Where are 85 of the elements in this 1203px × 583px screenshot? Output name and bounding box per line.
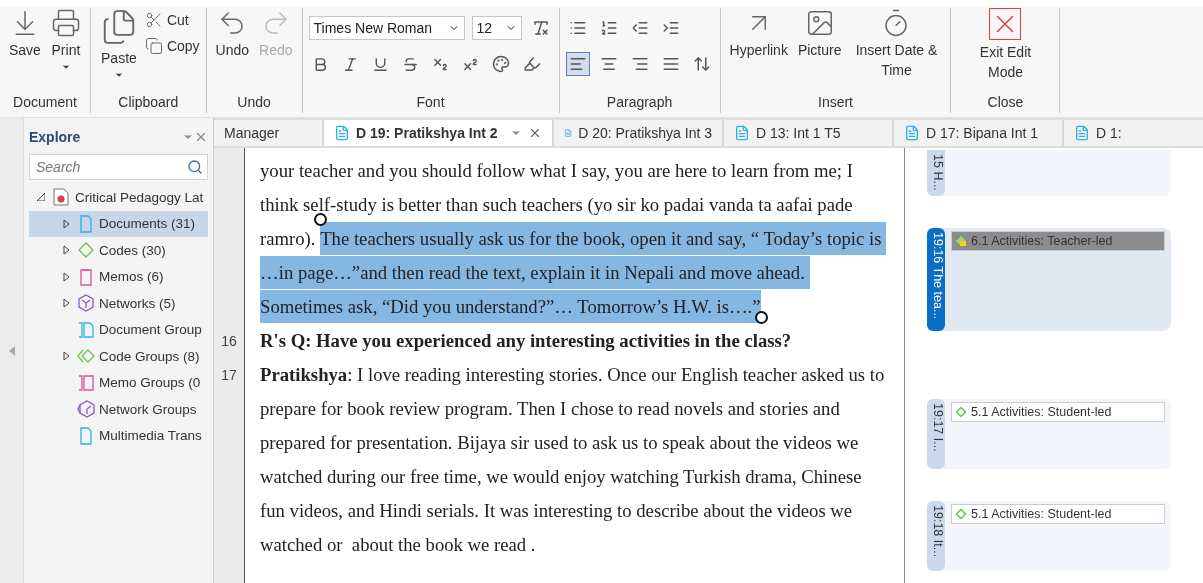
group-label: Paragraph [605,93,674,112]
diamond-icon [955,508,967,520]
document-tab[interactable]: D 17: Bipana Int 1 [894,120,1064,146]
quotation-card[interactable]: 19:18 It... 5.1 Activities: Student-led [927,501,1171,571]
tree-item[interactable]: Memo Groups (0 [29,369,208,396]
ribbon-button[interactable]: Print [47,8,84,91]
collapsed-triangle-icon [63,351,70,362]
collapsed-triangle-icon [63,298,70,309]
collapsed-triangle-icon [63,245,70,256]
quotation-label[interactable]: 19:16 The tea... [927,228,945,331]
group-label: Undo [236,93,272,112]
ribbon-button[interactable]: Picture [794,8,845,91]
document-icon [1074,125,1090,141]
copy-icon [144,37,163,55]
code-tag[interactable]: 6.1 Activities: Teacher-led [951,231,1165,251]
document-tab[interactable]: D 20: Pratikshya Int 3 [554,120,724,146]
tree-item[interactable]: Memos (6) [29,263,208,290]
collapsed-triangle-icon [63,218,70,229]
selection-handle[interactable] [314,213,328,226]
code-tag[interactable]: 5.1 Activities: Student-led [951,504,1165,524]
document-tab[interactable]: D 13: Int 1 T5 [724,120,894,146]
document-tab[interactable]: D 19: Pratikshya Int 2 [324,120,554,146]
notepad-icon [77,267,95,286]
align-icon[interactable] [565,52,590,76]
tree-item[interactable]: Network Groups [29,396,208,423]
document-icon [77,214,95,233]
ribbon-button[interactable]: Undo [212,8,253,91]
search-icon [187,159,203,175]
ribbon-button[interactable]: Exit Edit Mode [957,8,1054,91]
quotation-label[interactable]: 15 H... [927,150,945,196]
ribbon-button[interactable]: Copy [144,34,200,58]
collapsed-triangle-icon [63,271,70,282]
diamond-icon [955,406,967,418]
group-label: Clipboard [117,93,180,112]
ribbon-button[interactable]: Hyperlink [726,8,791,91]
close-icon[interactable] [528,126,542,140]
document-tab[interactable]: D 1: [1064,120,1203,146]
document-icon [734,125,750,141]
search-field[interactable]: Search [29,154,208,180]
panel-title: Explore [29,129,82,145]
tree-item[interactable]: Multimedia Trans [29,422,208,449]
hexagon-group-icon [77,400,95,419]
close-icon[interactable] [194,130,208,144]
font-size-dropdown[interactable]: 12 [471,16,522,40]
commented-code-icon [955,235,967,247]
code-tag[interactable]: 5.1 Activities: Student-led [951,402,1165,422]
document-group-icon [77,320,95,339]
printer-icon [50,8,81,38]
ribbon-button[interactable]: Save [6,8,44,91]
group-label: Font [415,93,446,112]
quotation-card[interactable]: 19:16 The tea... 6.1 Activities: Teacher-led [927,228,1171,331]
font-name-dropdown[interactable]: Times New Roman [308,16,465,40]
expanded-triangle-icon [37,193,45,202]
quotation-card[interactable]: 19:17 I... 5.1 Activities: Student-led [927,399,1171,469]
quotation-label[interactable]: 19:17 I... [927,399,945,469]
group-label: Document [12,93,78,112]
left-triangle-icon [8,345,15,356]
tree-item[interactable]: Document Group [29,316,208,343]
group-label: Insert [817,93,854,112]
project-icon [51,187,71,208]
tree-item[interactable]: Critical Pedagogy Lat [29,184,208,211]
memo-group-icon [77,373,95,392]
line-number: 17 [220,366,238,385]
line-number: 16 [220,332,238,351]
tree-item[interactable]: Codes (30) [29,237,208,264]
ribbon-button[interactable]: Insert Date & Time [848,8,945,91]
tree-item[interactable]: Networks (5) [29,290,208,317]
document-icon [334,125,350,141]
quotation-label[interactable]: 19:18 It... [927,501,945,571]
document-icon [904,125,920,141]
group-label: Close [986,93,1025,112]
document-tab[interactable]: Manager [214,120,324,146]
quotation-card[interactable]: 15 H... [927,150,1171,196]
ribbon-button[interactable]: Paste [96,8,141,91]
ribbon-button[interactable]: Cut [144,8,200,32]
tree-item[interactable]: Documents (31) [29,210,208,237]
scissors-icon [144,11,163,29]
diamond-icon [77,241,95,260]
paragraph-text: R's Q: Have you experienced any interesting activities in the class? [259,329,793,353]
tree-item[interactable]: Code Groups (8) [29,343,208,370]
document-icon [77,426,95,445]
exit-icon [989,8,1022,40]
hexagon-icon [77,294,95,313]
search-input[interactable]: Search [34,158,187,176]
paragraph-text: Pratikshya: I love reading interesting stories. Once our English teacher asked us to prepare for book review program. Then I chose to read novels and stories and prepared for presentation. Bijaya sir used to ask us to speak about the videos we watched during our free time, we would enjoy watching Turkish drama, Chinese fun videos, and Hindi serials. It was interesting to describe about the videos we watched or about the book we read . [259,363,886,557]
